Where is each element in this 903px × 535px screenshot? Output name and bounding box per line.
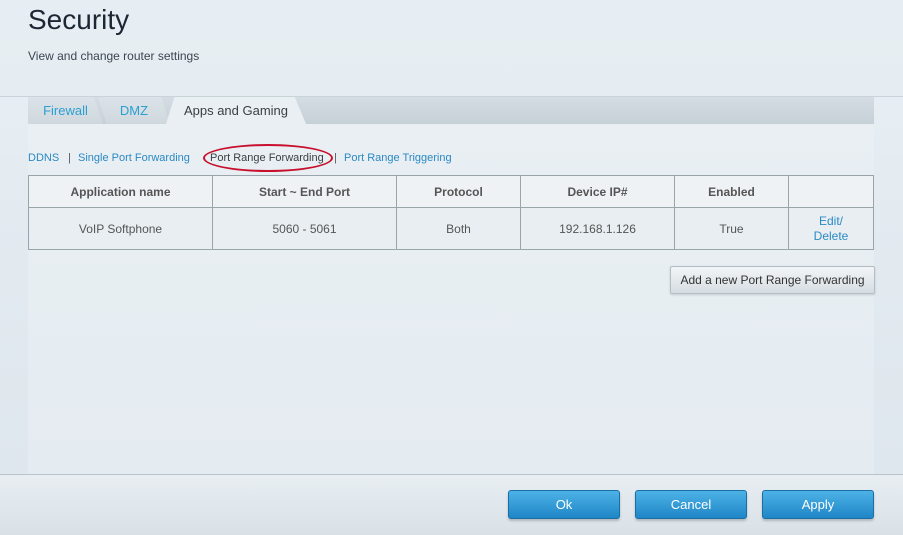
cell-enabled: True xyxy=(674,207,789,250)
column-header-port-range: Start ~ End Port xyxy=(212,175,397,208)
subnav-port-range-triggering[interactable]: Port Range Triggering xyxy=(344,152,452,164)
tab-apps-and-gaming[interactable]: Apps and Gaming xyxy=(166,97,306,124)
page-subtitle: View and change router settings xyxy=(28,49,200,63)
annotation-highlight-ring xyxy=(203,144,333,172)
tab-dmz[interactable]: DMZ xyxy=(98,97,170,124)
cell-actions: Edit/ Delete xyxy=(788,207,874,250)
ok-button[interactable]: Ok xyxy=(508,490,620,519)
column-header-actions xyxy=(788,175,874,208)
cancel-button[interactable]: Cancel xyxy=(635,490,747,519)
page-header: Security View and change router settings xyxy=(0,0,903,97)
port-range-forwarding-table: Application name Start ~ End Port Protoc… xyxy=(28,175,874,250)
cell-device-ip: 192.168.1.126 xyxy=(520,207,675,250)
table-row: VoIP Softphone 5060 - 5061 Both 192.168.… xyxy=(28,207,874,250)
table-header-row: Application name Start ~ End Port Protoc… xyxy=(28,175,874,208)
apply-button[interactable]: Apply xyxy=(762,490,874,519)
subnav-ddns[interactable]: DDNS xyxy=(28,152,59,164)
column-header-enabled: Enabled xyxy=(674,175,789,208)
column-header-device-ip: Device IP# xyxy=(520,175,675,208)
subnav-single-port-forwarding[interactable]: Single Port Forwarding xyxy=(78,152,190,164)
page-title: Security xyxy=(28,4,130,35)
column-header-application-name: Application name xyxy=(28,175,213,208)
cell-port-range: 5060 - 5061 xyxy=(212,207,397,250)
delete-link[interactable]: Delete xyxy=(790,229,872,244)
tab-firewall[interactable]: Firewall xyxy=(28,97,103,124)
edit-link[interactable]: Edit/ xyxy=(790,214,872,229)
subnav-separator: | xyxy=(68,152,71,164)
subnav-separator: | xyxy=(334,152,337,164)
cell-application-name: VoIP Softphone xyxy=(28,207,213,250)
tab-strip: Firewall DMZ Apps and Gaming xyxy=(28,97,874,124)
cell-protocol: Both xyxy=(396,207,521,250)
column-header-protocol: Protocol xyxy=(396,175,521,208)
add-port-range-forwarding-button[interactable]: Add a new Port Range Forwarding xyxy=(670,266,875,294)
